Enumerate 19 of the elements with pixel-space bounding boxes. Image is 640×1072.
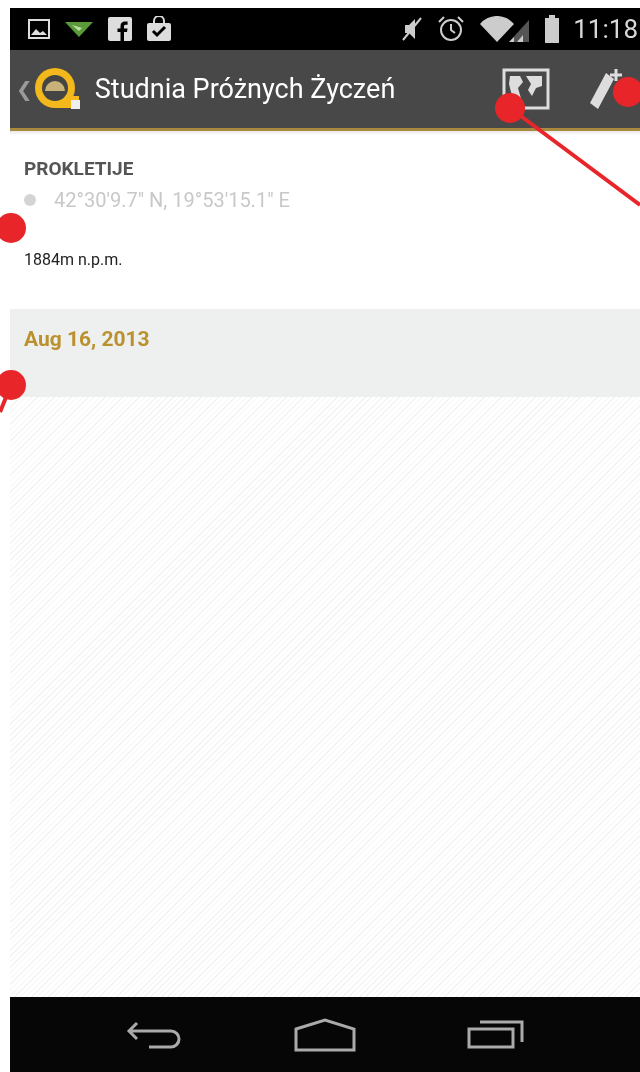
location-dot: [24, 194, 36, 206]
battery-icon: [545, 15, 560, 43]
elevation-text: 1884m n.p.m.: [24, 250, 124, 269]
date-text: Aug 16, 2013: [24, 327, 150, 351]
image-icon: [28, 19, 50, 39]
home-button[interactable]: [294, 1017, 356, 1052]
annotation-pointer: [0, 370, 26, 413]
facebook-icon: [108, 17, 132, 41]
tape-measure-icon[interactable]: [32, 66, 83, 112]
place-name: PROKLETIJE: [24, 157, 135, 180]
recent-apps-button[interactable]: [466, 1018, 525, 1051]
clock-time: 11:18: [573, 14, 638, 44]
wifi-signal-icon: [479, 16, 532, 42]
back-caret[interactable]: ❮: [16, 77, 33, 101]
screen-title: Studnia Próżnych Życzeń: [94, 73, 396, 105]
alarm-icon: [437, 15, 466, 43]
paper-plane-icon: [64, 19, 94, 39]
muted-icon: [401, 16, 424, 42]
shopping-bag-icon: [146, 16, 172, 42]
